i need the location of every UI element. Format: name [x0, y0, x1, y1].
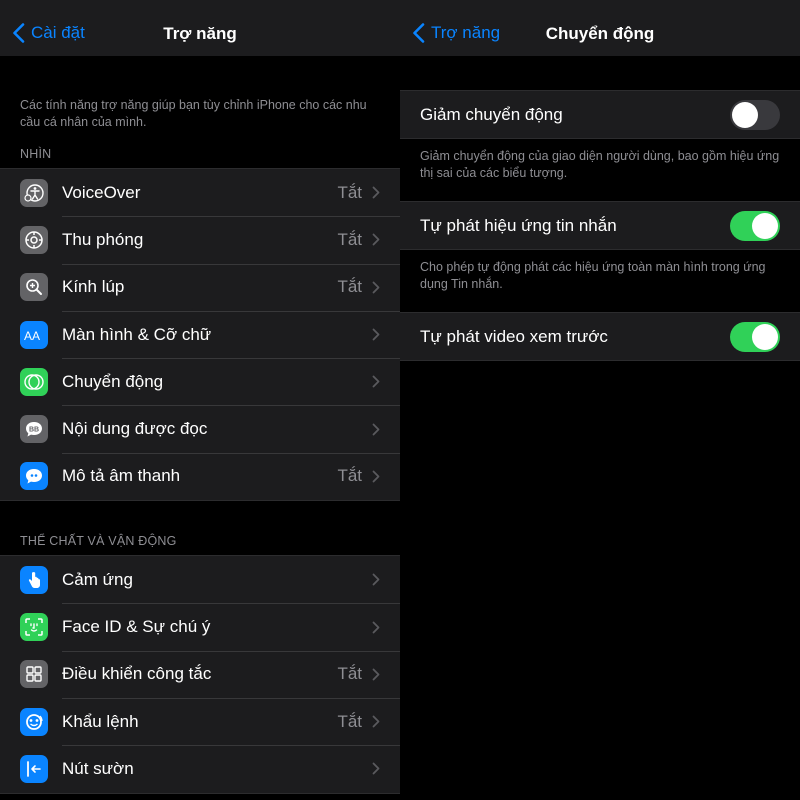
row-label: Mô tả âm thanh — [62, 466, 181, 486]
auto-play-message-effects-toggle[interactable] — [730, 210, 780, 241]
settings-row-display-text-size[interactable]: AA Màn hình & Cỡ chữ — [0, 310, 400, 358]
row-label: Cảm ứng — [62, 569, 133, 589]
audio-description-icon — [20, 462, 48, 491]
motion-panel: Trợ năng Chuyển động Giảm chuyển động Gi… — [400, 0, 800, 800]
chevron-right-icon — [372, 668, 380, 681]
setting-label: Giảm chuyển động — [420, 104, 563, 124]
chevron-right-icon — [372, 621, 380, 633]
accessibility-panel: Cài đặt Trợ năng Các tính năng trợ năng … — [0, 0, 400, 800]
reduce-motion-footer: Giảm chuyển động của giao diện người dùn… — [420, 149, 780, 180]
chevron-right-icon — [372, 573, 380, 586]
settings-row-zoom[interactable]: Thu phóng Tắt — [0, 216, 400, 263]
setting-row-reduce-motion: Giảm chuyển động — [400, 91, 800, 138]
row-label: Điều khiển công tắc — [62, 664, 212, 684]
section-header-vision: NHÌN — [20, 147, 52, 161]
voiceover-icon — [20, 178, 48, 207]
chevron-right-icon — [372, 328, 380, 341]
vision-settings-group: VoiceOver Tắt Thu phóng Tắt Kính lúp Tắt… — [0, 168, 400, 502]
row-label: Thu phóng — [62, 229, 144, 249]
row-label: Nút sườn — [62, 758, 134, 778]
row-label: Face ID & Sự chú ý — [62, 617, 211, 637]
row-value: Tắt — [337, 229, 362, 249]
text-size-icon: AA — [20, 320, 48, 349]
row-label: Nội dung được đọc — [62, 419, 208, 439]
spoken-content-icon: BB — [20, 415, 48, 444]
motion-icon — [20, 367, 48, 396]
row-value: Tắt — [337, 277, 362, 297]
svg-text:AA: AA — [24, 329, 40, 343]
face-id-icon — [20, 613, 48, 642]
row-label: VoiceOver — [62, 182, 141, 202]
page-title: Trợ năng — [163, 24, 237, 43]
toggle-knob — [752, 323, 778, 350]
row-label: Kính lúp — [62, 277, 125, 297]
chevron-right-icon — [372, 470, 380, 483]
settings-row-side-button[interactable]: Nút sườn — [0, 745, 400, 792]
row-label: Chuyển động — [62, 371, 164, 391]
settings-row-voiceover[interactable]: VoiceOver Tắt — [0, 169, 400, 216]
settings-row-switch-control[interactable]: Điều khiển công tắc Tắt — [0, 650, 400, 698]
message-effects-footer: Cho phép tự động phát các hiệu ứng toàn … — [420, 260, 766, 291]
message-effects-group: Tự phát hiệu ứng tin nhắn — [400, 201, 800, 250]
settings-row-magnifier[interactable]: Kính lúp Tắt — [0, 263, 400, 311]
settings-row-motion[interactable]: Chuyển động — [0, 358, 400, 405]
chevron-right-icon — [372, 234, 380, 246]
section-header-physical: THỂ CHẤT VÀ VẬN ĐỘNG — [20, 534, 177, 549]
accessibility-description: Các tính năng trợ năng giúp bạn tùy chỉn… — [20, 98, 367, 129]
chevron-right-icon — [372, 375, 380, 388]
setting-label: Tự phát hiệu ứng tin nhắn — [420, 215, 617, 235]
row-value: Tắt — [337, 182, 362, 202]
reduce-motion-toggle[interactable] — [730, 99, 780, 130]
reduce-motion-group: Giảm chuyển động — [400, 90, 800, 139]
row-value: Tắt — [337, 466, 362, 486]
toggle-knob — [752, 212, 778, 239]
magnifier-icon — [20, 273, 48, 302]
switch-control-icon — [20, 660, 48, 689]
svg-text:BB: BB — [29, 427, 39, 434]
row-value: Tắt — [337, 664, 362, 684]
chevron-right-icon — [372, 763, 380, 775]
physical-settings-group: Cảm ứng Face ID & Sự chú ý Điều khiển cô… — [0, 555, 400, 794]
settings-row-spoken-content[interactable]: BB Nội dung được đọc — [0, 405, 400, 452]
setting-row-auto-play-video-previews: Tự phát video xem trước — [400, 313, 800, 360]
setting-label: Tự phát video xem trước — [420, 326, 608, 346]
row-label: Màn hình & Cỡ chữ — [62, 324, 212, 344]
video-previews-group: Tự phát video xem trước — [400, 312, 800, 361]
toggle-knob — [732, 101, 758, 128]
row-label: Khẩu lệnh — [62, 711, 139, 731]
chevron-right-icon — [372, 715, 380, 728]
chevron-right-icon — [372, 281, 380, 294]
settings-row-touch[interactable]: Cảm ứng — [0, 556, 400, 603]
page-title: Chuyển động — [545, 24, 655, 43]
zoom-icon — [20, 225, 48, 254]
touch-icon — [20, 565, 48, 594]
voice-control-icon — [20, 707, 48, 736]
chevron-right-icon — [372, 423, 380, 436]
settings-row-face-id-attention[interactable]: Face ID & Sự chú ý — [0, 603, 400, 650]
chevron-right-icon — [372, 186, 380, 199]
row-value: Tắt — [337, 711, 362, 731]
setting-row-auto-play-message-effects: Tự phát hiệu ứng tin nhắn — [400, 202, 800, 249]
navigation-bar: Cài đặt Trợ năng — [0, 0, 400, 56]
settings-row-voice-control[interactable]: Khẩu lệnh Tắt — [0, 697, 400, 745]
auto-play-video-previews-toggle[interactable] — [730, 321, 780, 352]
navigation-bar: Trợ năng Chuyển động — [400, 0, 800, 56]
settings-row-audio-descriptions[interactable]: Mô tả âm thanh Tắt — [0, 452, 400, 500]
side-button-icon — [20, 754, 48, 783]
